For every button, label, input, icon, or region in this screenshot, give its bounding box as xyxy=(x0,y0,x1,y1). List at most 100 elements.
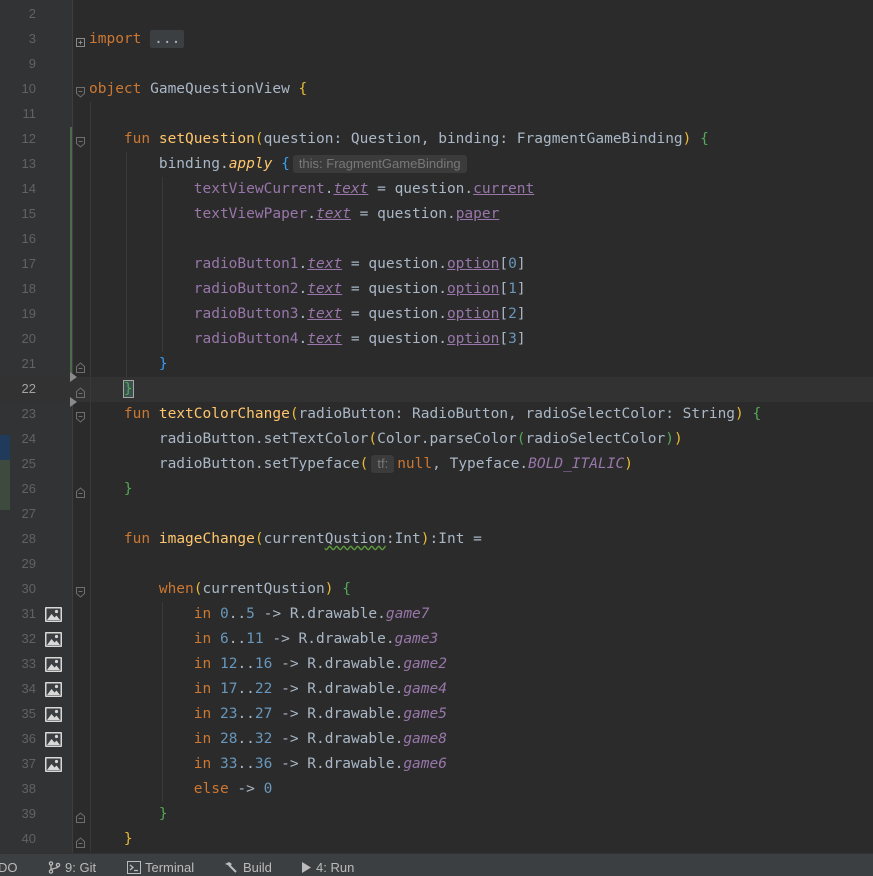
code-line[interactable]: 16 xyxy=(0,227,873,252)
code-text[interactable]: fun setQuestion(question: Question, bind… xyxy=(89,130,709,148)
line-number[interactable]: 20 xyxy=(0,331,36,346)
build-tab[interactable]: Build xyxy=(223,860,272,876)
code-line[interactable]: 20 radioButton4.text = question.option[3… xyxy=(0,327,873,352)
line-number[interactable]: 12 xyxy=(0,131,36,146)
line-number[interactable]: 40 xyxy=(0,831,36,846)
line-number[interactable]: 18 xyxy=(0,281,36,296)
line-number[interactable]: 34 xyxy=(0,681,36,696)
code-text[interactable]: when(currentQustion) { xyxy=(89,580,351,598)
code-text[interactable]: } xyxy=(89,380,134,398)
line-number[interactable]: 38 xyxy=(0,781,36,796)
image-resource-icon[interactable] xyxy=(45,682,62,697)
line-number[interactable]: 9 xyxy=(0,56,36,71)
line-number[interactable]: 3 xyxy=(0,31,36,46)
code-text[interactable]: in 6..11 -> R.drawable.game3 xyxy=(89,630,438,648)
line-number[interactable]: 23 xyxy=(0,406,36,421)
line-number[interactable]: 24 xyxy=(0,431,36,446)
code-line[interactable]: 29 xyxy=(0,552,873,577)
code-line[interactable]: 18 radioButton2.text = question.option[1… xyxy=(0,277,873,302)
code-text[interactable]: in 23..27 -> R.drawable.game5 xyxy=(89,705,447,723)
code-text[interactable]: radioButton3.text = question.option[2] xyxy=(89,305,526,323)
line-number[interactable]: 36 xyxy=(0,731,36,746)
breakpoint-arrow-icon[interactable] xyxy=(70,372,77,382)
image-resource-icon[interactable] xyxy=(45,607,62,622)
code-line[interactable]: 30 when(currentQustion) { xyxy=(0,577,873,602)
fold-end-icon[interactable] xyxy=(76,358,85,373)
terminal-tab[interactable]: Terminal xyxy=(127,860,194,876)
code-line[interactable]: 40 } xyxy=(0,827,873,852)
line-number[interactable]: 37 xyxy=(0,756,36,771)
image-resource-icon[interactable] xyxy=(45,632,62,647)
line-number[interactable]: 19 xyxy=(0,306,36,321)
image-resource-icon[interactable] xyxy=(45,757,62,772)
fold-collapse-icon[interactable] xyxy=(76,83,85,98)
code-text[interactable]: } xyxy=(89,805,168,823)
code-editor[interactable]: 2 3 import ... 9 10 object GameQuestionView {… xyxy=(0,0,873,853)
breakpoint-arrow-icon[interactable] xyxy=(70,397,77,407)
line-number[interactable]: 26 xyxy=(0,481,36,496)
line-number[interactable]: 21 xyxy=(0,356,36,371)
line-number[interactable]: 25 xyxy=(0,456,36,471)
line-number[interactable]: 31 xyxy=(0,606,36,621)
fold-end-icon[interactable] xyxy=(76,383,85,398)
code-text[interactable]: textViewCurrent.text = question.current xyxy=(89,180,534,198)
code-line[interactable]: 33 in 12..16 -> R.drawable.game2 xyxy=(0,652,873,677)
code-line[interactable]: 19 radioButton3.text = question.option[2… xyxy=(0,302,873,327)
code-line[interactable]: 25 radioButton.setTypeface(tf: null, Type… xyxy=(0,452,873,477)
code-text[interactable]: in 12..16 -> R.drawable.game2 xyxy=(89,655,447,673)
line-number[interactable]: 15 xyxy=(0,206,36,221)
image-resource-icon[interactable] xyxy=(45,732,62,747)
git-tab[interactable]: 9: Git xyxy=(48,860,96,876)
line-number[interactable]: 27 xyxy=(0,506,36,521)
code-text[interactable]: binding.apply {this: FragmentGameBinding xyxy=(89,155,470,173)
code-text[interactable]: else -> 0 xyxy=(89,780,273,798)
code-line[interactable]: 26 } xyxy=(0,477,873,502)
image-resource-icon[interactable] xyxy=(45,657,62,672)
line-number[interactable]: 39 xyxy=(0,806,36,821)
line-number[interactable]: 13 xyxy=(0,156,36,171)
line-number[interactable]: 14 xyxy=(0,181,36,196)
code-text[interactable]: } xyxy=(89,480,133,498)
code-line[interactable]: 27 xyxy=(0,502,873,527)
line-number[interactable]: 28 xyxy=(0,531,36,546)
code-line[interactable]: 37 in 33..36 -> R.drawable.game6 xyxy=(0,752,873,777)
code-text[interactable]: radioButton2.text = question.option[1] xyxy=(89,280,526,298)
fold-expand-icon[interactable] xyxy=(76,33,85,47)
code-line[interactable]: 24 radioButton.setTextColor(Color.parseC… xyxy=(0,427,873,452)
code-line[interactable]: 39 } xyxy=(0,802,873,827)
code-text[interactable]: fun imageChange(currentQustion:Int):Int … xyxy=(89,530,482,548)
line-number[interactable]: 22 xyxy=(0,381,36,396)
code-text[interactable]: object GameQuestionView { xyxy=(89,80,307,98)
line-number[interactable]: 33 xyxy=(0,656,36,671)
code-line[interactable]: 38 else -> 0 xyxy=(0,777,873,802)
fold-end-icon[interactable] xyxy=(76,833,85,848)
code-text[interactable]: in 0..5 -> R.drawable.game7 xyxy=(89,605,430,623)
code-text[interactable]: radioButton.setTextColor(Color.parseColo… xyxy=(89,430,683,448)
code-text[interactable]: import ... xyxy=(89,30,185,48)
line-number[interactable]: 11 xyxy=(0,106,37,121)
code-line[interactable]: 2 xyxy=(0,2,873,27)
run-tab[interactable]: 4: Run xyxy=(300,860,354,876)
line-number[interactable]: 16 xyxy=(0,231,36,246)
line-number[interactable]: 29 xyxy=(0,556,36,571)
image-resource-icon[interactable] xyxy=(45,707,62,722)
code-line[interactable]: 11 xyxy=(0,102,873,127)
code-line[interactable]: 21 } xyxy=(0,352,873,377)
code-line[interactable]: 3 import ... xyxy=(0,27,873,52)
code-text[interactable]: in 28..32 -> R.drawable.game8 xyxy=(89,730,447,748)
fold-end-icon[interactable] xyxy=(76,808,85,823)
line-number[interactable]: 2 xyxy=(0,6,36,21)
code-line[interactable]: 23 fun textColorChange(radioButton: Radi… xyxy=(0,402,873,427)
fold-collapse-icon[interactable] xyxy=(76,408,85,423)
code-line[interactable]: 31 in 0..5 -> R.drawable.game7 xyxy=(0,602,873,627)
line-number[interactable]: 30 xyxy=(0,581,36,596)
code-line[interactable]: 17 radioButton1.text = question.option[0… xyxy=(0,252,873,277)
code-line[interactable]: 22 } xyxy=(0,377,873,402)
code-text[interactable]: } xyxy=(89,355,168,373)
fold-collapse-icon[interactable] xyxy=(76,133,85,148)
code-line[interactable]: 28 fun imageChange(currentQustion:Int):I… xyxy=(0,527,873,552)
code-line[interactable]: 35 in 23..27 -> R.drawable.game5 xyxy=(0,702,873,727)
code-text[interactable]: in 33..36 -> R.drawable.game6 xyxy=(89,755,447,773)
code-line[interactable]: 9 xyxy=(0,52,873,77)
todo-tab[interactable]: DO xyxy=(0,860,18,876)
